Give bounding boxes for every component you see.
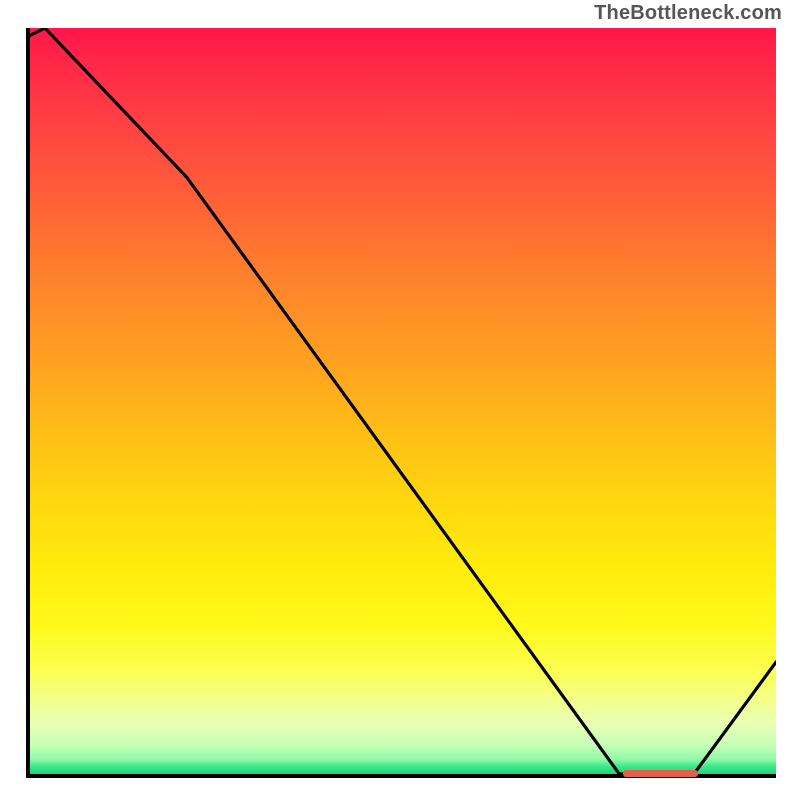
attribution-label: TheBottleneck.com bbox=[594, 2, 782, 25]
optimal-range-marker bbox=[623, 770, 698, 777]
line-series bbox=[30, 28, 776, 774]
plot-area bbox=[26, 28, 776, 778]
chart-container: TheBottleneck.com bbox=[0, 0, 800, 800]
bottleneck-curve-line bbox=[30, 28, 776, 774]
